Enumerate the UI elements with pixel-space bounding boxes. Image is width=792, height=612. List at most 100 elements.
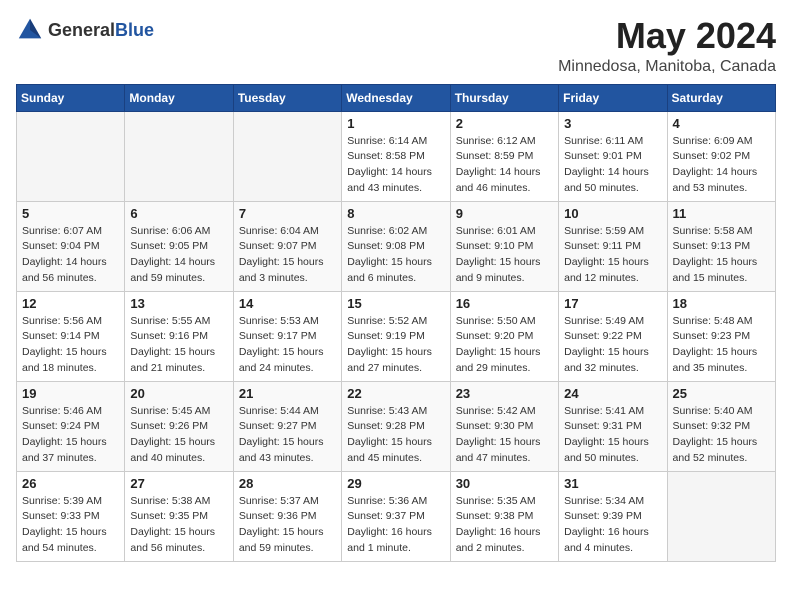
day-number: 23 — [456, 386, 553, 401]
calendar-cell: 17 Sunrise: 5:49 AM Sunset: 9:22 PM Dayli… — [559, 291, 667, 381]
day-info: Sunrise: 5:59 AM Sunset: 9:11 PM Dayligh… — [564, 224, 661, 287]
day-number: 2 — [456, 116, 553, 131]
calendar-cell: 1Sunrise: 6:14 AM Sunset: 8:58 PM Daylig… — [342, 111, 450, 201]
calendar-cell: 16 Sunrise: 5:50 AM Sunset: 9:20 PM Dayli… — [450, 291, 558, 381]
calendar-cell: 29 Sunrise: 5:36 AM Sunset: 9:37 PM Dayli… — [342, 471, 450, 561]
weekday-header: Tuesday — [233, 84, 341, 111]
weekday-header: Thursday — [450, 84, 558, 111]
day-number: 29 — [347, 476, 444, 491]
day-info: Sunrise: 5:41 AM Sunset: 9:31 PM Dayligh… — [564, 404, 661, 467]
day-number: 6 — [130, 206, 227, 221]
location-title: Minnedosa, Manitoba, Canada — [558, 58, 776, 76]
calendar-cell: 11Sunrise: 5:58 AM Sunset: 9:13 PM Dayli… — [667, 201, 775, 291]
logo-general: General — [48, 20, 115, 41]
logo-icon — [16, 16, 44, 44]
day-number: 7 — [239, 206, 336, 221]
page-header: General Blue May 2024 Minnedosa, Manitob… — [16, 16, 776, 76]
calendar-week-row: 12Sunrise: 5:56 AM Sunset: 9:14 PM Dayli… — [17, 291, 776, 381]
calendar-cell: 5Sunrise: 6:07 AM Sunset: 9:04 PM Daylig… — [17, 201, 125, 291]
calendar-cell: 31 Sunrise: 5:34 AM Sunset: 9:39 PM Dayli… — [559, 471, 667, 561]
calendar-cell: 24 Sunrise: 5:41 AM Sunset: 9:31 PM Dayli… — [559, 381, 667, 471]
calendar-cell: 3Sunrise: 6:11 AM Sunset: 9:01 PM Daylig… — [559, 111, 667, 201]
logo-blue: Blue — [115, 20, 154, 41]
day-number: 19 — [22, 386, 119, 401]
calendar-cell: 4 Sunrise: 6:09 AM Sunset: 9:02 PM Daylig… — [667, 111, 775, 201]
day-number: 24 — [564, 386, 661, 401]
day-number: 16 — [456, 296, 553, 311]
title-section: May 2024 Minnedosa, Manitoba, Canada — [558, 16, 776, 76]
day-number: 30 — [456, 476, 553, 491]
day-info: Sunrise: 5:39 AM Sunset: 9:33 PM Dayligh… — [22, 494, 119, 557]
calendar-cell: 19 Sunrise: 5:46 AM Sunset: 9:24 PM Dayli… — [17, 381, 125, 471]
weekday-header: Monday — [125, 84, 233, 111]
calendar-cell: 30 Sunrise: 5:35 AM Sunset: 9:38 PM Dayli… — [450, 471, 558, 561]
day-info: Sunrise: 5:40 AM Sunset: 9:32 PM Dayligh… — [673, 404, 770, 467]
calendar-week-row: 19 Sunrise: 5:46 AM Sunset: 9:24 PM Dayli… — [17, 381, 776, 471]
day-number: 4 — [673, 116, 770, 131]
day-number: 8 — [347, 206, 444, 221]
calendar-cell: 28Sunrise: 5:37 AM Sunset: 9:36 PM Dayli… — [233, 471, 341, 561]
weekday-header: Friday — [559, 84, 667, 111]
day-info: Sunrise: 6:06 AM Sunset: 9:05 PM Dayligh… — [130, 224, 227, 287]
weekday-header: Wednesday — [342, 84, 450, 111]
calendar-cell: 8 Sunrise: 6:02 AM Sunset: 9:08 PM Daylig… — [342, 201, 450, 291]
weekday-header: Sunday — [17, 84, 125, 111]
day-number: 18 — [673, 296, 770, 311]
calendar-cell: 14Sunrise: 5:53 AM Sunset: 9:17 PM Dayli… — [233, 291, 341, 381]
day-info: Sunrise: 5:34 AM Sunset: 9:39 PM Dayligh… — [564, 494, 661, 557]
day-info: Sunrise: 6:12 AM Sunset: 8:59 PM Dayligh… — [456, 134, 553, 197]
calendar-table: SundayMondayTuesdayWednesdayThursdayFrid… — [16, 84, 776, 562]
day-info: Sunrise: 5:49 AM Sunset: 9:22 PM Dayligh… — [564, 314, 661, 377]
calendar-cell — [17, 111, 125, 201]
calendar-cell: 22Sunrise: 5:43 AM Sunset: 9:28 PM Dayli… — [342, 381, 450, 471]
calendar-cell: 20 Sunrise: 5:45 AM Sunset: 9:26 PM Dayli… — [125, 381, 233, 471]
day-number: 17 — [564, 296, 661, 311]
day-info: Sunrise: 5:35 AM Sunset: 9:38 PM Dayligh… — [456, 494, 553, 557]
day-info: Sunrise: 5:50 AM Sunset: 9:20 PM Dayligh… — [456, 314, 553, 377]
calendar-cell — [125, 111, 233, 201]
day-number: 1 — [347, 116, 444, 131]
day-info: Sunrise: 5:53 AM Sunset: 9:17 PM Dayligh… — [239, 314, 336, 377]
calendar-week-row: 1Sunrise: 6:14 AM Sunset: 8:58 PM Daylig… — [17, 111, 776, 201]
day-info: Sunrise: 5:38 AM Sunset: 9:35 PM Dayligh… — [130, 494, 227, 557]
calendar-cell: 27Sunrise: 5:38 AM Sunset: 9:35 PM Dayli… — [125, 471, 233, 561]
day-info: Sunrise: 5:44 AM Sunset: 9:27 PM Dayligh… — [239, 404, 336, 467]
day-number: 12 — [22, 296, 119, 311]
day-number: 5 — [22, 206, 119, 221]
month-title: May 2024 — [558, 16, 776, 56]
day-number: 26 — [22, 476, 119, 491]
day-number: 3 — [564, 116, 661, 131]
logo: General Blue — [16, 16, 154, 44]
day-info: Sunrise: 5:46 AM Sunset: 9:24 PM Dayligh… — [22, 404, 119, 467]
weekday-header-row: SundayMondayTuesdayWednesdayThursdayFrid… — [17, 84, 776, 111]
calendar-cell: 6 Sunrise: 6:06 AM Sunset: 9:05 PM Daylig… — [125, 201, 233, 291]
calendar-cell: 26 Sunrise: 5:39 AM Sunset: 9:33 PM Dayli… — [17, 471, 125, 561]
day-number: 25 — [673, 386, 770, 401]
day-number: 20 — [130, 386, 227, 401]
day-info: Sunrise: 6:01 AM Sunset: 9:10 PM Dayligh… — [456, 224, 553, 287]
calendar-week-row: 5Sunrise: 6:07 AM Sunset: 9:04 PM Daylig… — [17, 201, 776, 291]
day-number: 31 — [564, 476, 661, 491]
weekday-header: Saturday — [667, 84, 775, 111]
day-info: Sunrise: 6:04 AM Sunset: 9:07 PM Dayligh… — [239, 224, 336, 287]
calendar-cell: 7 Sunrise: 6:04 AM Sunset: 9:07 PM Daylig… — [233, 201, 341, 291]
day-number: 21 — [239, 386, 336, 401]
day-info: Sunrise: 6:09 AM Sunset: 9:02 PM Dayligh… — [673, 134, 770, 197]
day-info: Sunrise: 6:02 AM Sunset: 9:08 PM Dayligh… — [347, 224, 444, 287]
day-info: Sunrise: 5:58 AM Sunset: 9:13 PM Dayligh… — [673, 224, 770, 287]
calendar-week-row: 26 Sunrise: 5:39 AM Sunset: 9:33 PM Dayli… — [17, 471, 776, 561]
calendar-cell: 23 Sunrise: 5:42 AM Sunset: 9:30 PM Dayli… — [450, 381, 558, 471]
day-info: Sunrise: 5:52 AM Sunset: 9:19 PM Dayligh… — [347, 314, 444, 377]
day-number: 9 — [456, 206, 553, 221]
day-info: Sunrise: 5:43 AM Sunset: 9:28 PM Dayligh… — [347, 404, 444, 467]
calendar-cell: 2 Sunrise: 6:12 AM Sunset: 8:59 PM Daylig… — [450, 111, 558, 201]
calendar-cell — [233, 111, 341, 201]
day-info: Sunrise: 5:37 AM Sunset: 9:36 PM Dayligh… — [239, 494, 336, 557]
day-info: Sunrise: 5:55 AM Sunset: 9:16 PM Dayligh… — [130, 314, 227, 377]
day-number: 10 — [564, 206, 661, 221]
day-info: Sunrise: 5:45 AM Sunset: 9:26 PM Dayligh… — [130, 404, 227, 467]
calendar-cell: 15Sunrise: 5:52 AM Sunset: 9:19 PM Dayli… — [342, 291, 450, 381]
day-info: Sunrise: 5:42 AM Sunset: 9:30 PM Dayligh… — [456, 404, 553, 467]
calendar-cell: 25 Sunrise: 5:40 AM Sunset: 9:32 PM Dayli… — [667, 381, 775, 471]
day-info: Sunrise: 5:36 AM Sunset: 9:37 PM Dayligh… — [347, 494, 444, 557]
